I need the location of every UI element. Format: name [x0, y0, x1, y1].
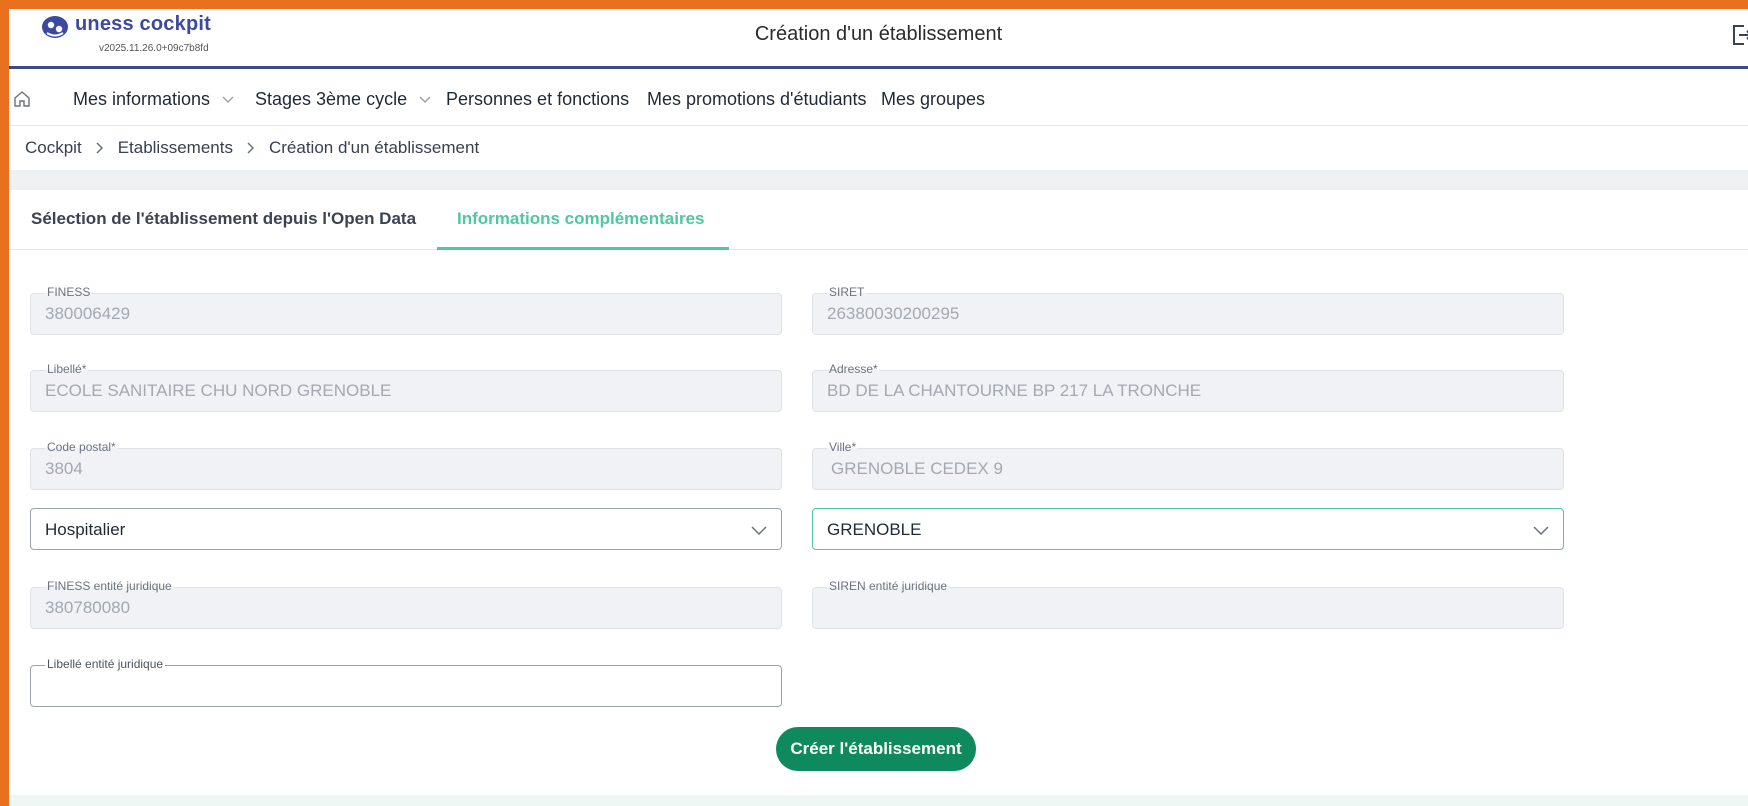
libelle-ej-field[interactable]: Libellé entité juridique — [30, 657, 782, 707]
code-postal-value: 3804 — [45, 459, 83, 478]
section-divider — [9, 170, 1748, 190]
nav-item-label: Mes groupes — [881, 89, 986, 109]
app-header: uness cockpit v2025.11.26.0+09c7b8fd Cré… — [9, 9, 1748, 69]
siren-ej-field[interactable]: SIREN entité juridique — [812, 579, 1564, 629]
active-tab-indicator — [437, 247, 729, 250]
siren-ej-label: SIREN entité juridique — [827, 579, 950, 593]
libelle-field[interactable]: Libellé* ECOLE SANITAIRE CHU NORD GRENOB… — [30, 362, 782, 412]
ville-label: Ville* — [827, 440, 859, 454]
chevron-down-icon — [419, 95, 431, 103]
siret-field[interactable]: SIRET 26380030200295 — [812, 285, 1564, 335]
chevron-down-icon — [222, 95, 234, 103]
libelle-label: Libellé* — [45, 362, 89, 376]
nav-item-stages-3eme-cycle[interactable]: Stages 3ème cycle — [255, 89, 431, 110]
logout-icon[interactable] — [1730, 23, 1748, 47]
adresse-field[interactable]: Adresse* BD DE LA CHANTOURNE BP 217 LA T… — [812, 362, 1564, 412]
home-icon[interactable] — [13, 90, 31, 108]
finess-field[interactable]: FINESS 380006429 — [30, 285, 782, 335]
create-establishment-button[interactable]: Créer l'établissement — [776, 727, 976, 771]
finess-ej-field[interactable]: FINESS entité juridique 380780080 — [30, 579, 782, 629]
type-select[interactable]: Hospitalier — [30, 508, 782, 550]
city-select[interactable]: GRENOBLE — [812, 508, 1564, 550]
tab-informations-complementaires[interactable]: Informations complémentaires — [457, 209, 705, 229]
nav-item-personnes-et-fonctions[interactable]: Personnes et fonctions — [446, 89, 629, 110]
nav-item-mes-informations[interactable]: Mes informations — [73, 89, 234, 110]
nav-item-label: Mes promotions d'étudiants — [647, 89, 867, 109]
tab-bar: Sélection de l'établissement depuis l'Op… — [9, 190, 1748, 250]
siret-label: SIRET — [827, 285, 867, 299]
nav-item-mes-promotions[interactable]: Mes promotions d'étudiants — [647, 89, 867, 110]
breadcrumb-item-etablissements[interactable]: Etablissements — [118, 138, 233, 158]
adresse-value: BD DE LA CHANTOURNE BP 217 LA TRONCHE — [827, 381, 1202, 400]
page-title: Création d'un établissement — [754, 23, 1003, 45]
chevron-down-icon — [1533, 526, 1549, 535]
nav-item-label: Stages 3ème cycle — [255, 89, 408, 109]
main-nav: Mes informations Stages 3ème cycle Perso… — [9, 72, 1748, 126]
finess-value: 380006429 — [45, 304, 131, 323]
nav-item-label: Mes informations — [73, 89, 211, 109]
finess-label: FINESS — [45, 285, 93, 299]
libelle-value: ECOLE SANITAIRE CHU NORD GRENOBLE — [45, 381, 392, 400]
ville-value: GRENOBLE CEDEX 9 — [831, 459, 1003, 478]
breadcrumb-item-cockpit[interactable]: Cockpit — [25, 138, 82, 158]
code-postal-field[interactable]: Code postal* 3804 — [30, 440, 782, 490]
siret-value: 26380030200295 — [827, 304, 960, 323]
ville-field[interactable]: Ville* GRENOBLE CEDEX 9 — [812, 440, 1564, 490]
code-postal-label: Code postal* — [45, 440, 118, 454]
city-select-value: GRENOBLE — [827, 520, 922, 539]
nav-item-label: Personnes et fonctions — [446, 89, 630, 109]
footer-band — [9, 795, 1748, 806]
nav-item-mes-groupes[interactable]: Mes groupes — [881, 89, 985, 110]
chevron-down-icon — [751, 526, 767, 535]
adresse-label: Adresse* — [827, 362, 880, 376]
breadcrumb-item-current: Création d'un établissement — [268, 138, 480, 157]
chevron-right-icon — [96, 142, 103, 154]
tab-open-data-selection[interactable]: Sélection de l'établissement depuis l'Op… — [31, 209, 416, 229]
libelle-ej-label: Libellé entité juridique — [45, 657, 166, 671]
type-select-value: Hospitalier — [45, 520, 126, 539]
chevron-right-icon — [247, 142, 255, 154]
finess-ej-value: 380780080 — [45, 598, 131, 617]
finess-ej-label: FINESS entité juridique — [45, 579, 174, 593]
breadcrumb: Cockpit Etablissements Création d'un éta… — [25, 138, 479, 158]
